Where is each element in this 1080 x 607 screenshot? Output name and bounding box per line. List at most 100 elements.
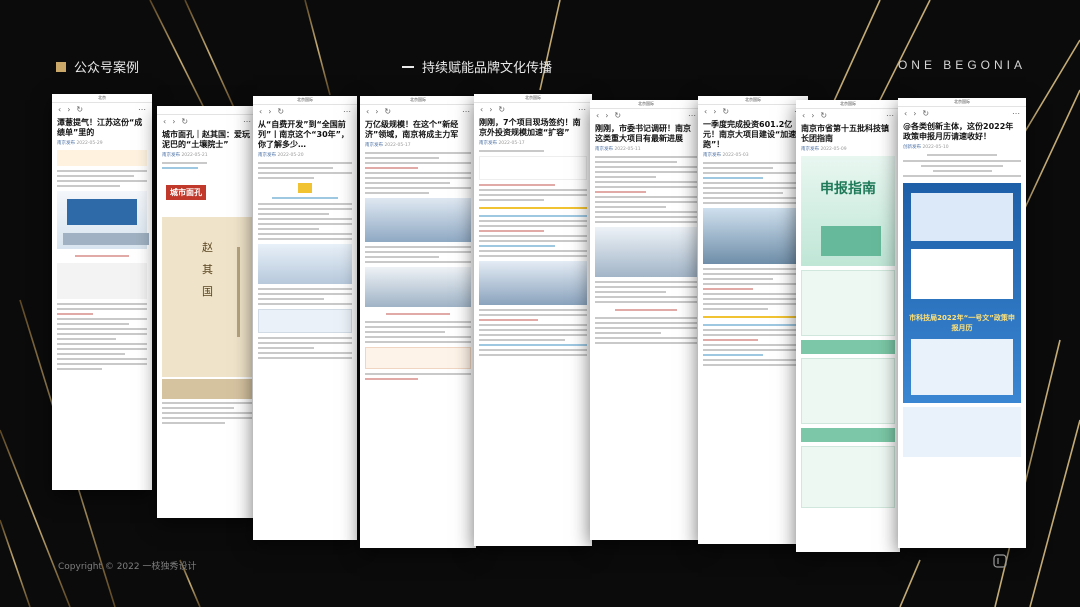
article-title: 刚刚，7个项目现场签约！南京外投资规模加速“扩容” [479, 118, 581, 137]
reload-icon[interactable]: ↻ [384, 107, 391, 116]
article-title: 一季度完成投资601.2亿元！南京大项目建设“加速跑”！ [703, 120, 797, 149]
article-meta: 南京发布 2022-05-21 [162, 153, 208, 158]
back-icon[interactable]: ‹ [163, 117, 166, 126]
reload-icon[interactable]: ↻ [614, 111, 621, 120]
back-icon[interactable]: ‹ [596, 111, 599, 120]
wechat-article-card-6[interactable]: 北京国际 ‹ › ↻ ⋯ 刚刚，市委书记调研！南京这类重大项目有最新进展 南京发布 2… [590, 100, 702, 540]
back-icon[interactable]: ‹ [480, 105, 483, 114]
conference-photo [57, 191, 149, 249]
reload-icon[interactable]: ↻ [820, 111, 827, 120]
article-title: 从“自费开发”到“全国前列”丨南京这个“30年”，你了解多少… [258, 120, 349, 149]
signing-photo [479, 261, 587, 305]
article-title: 万亿级规模！在这个“新经济”领域，南京将成主力军 [365, 120, 459, 139]
reload-icon[interactable]: ↻ [76, 105, 83, 114]
reload-icon[interactable]: ↻ [277, 107, 284, 116]
nav-bar: ‹ › ↻ ⋯ [253, 105, 357, 117]
article-meta: 南京发布 2022-05-09 [801, 147, 847, 152]
more-icon[interactable]: ⋯ [578, 105, 586, 114]
forward-icon[interactable]: › [375, 107, 378, 116]
forward-icon[interactable]: › [605, 111, 608, 120]
reload-icon[interactable]: ↻ [498, 105, 505, 114]
back-icon[interactable]: ‹ [259, 107, 262, 116]
book-cover-image: 赵 其 国 [162, 217, 252, 377]
more-icon[interactable]: ⋯ [1012, 109, 1020, 118]
section-title: 公众号案例 [56, 57, 139, 76]
forum-photo [365, 267, 471, 307]
status-bar: 北京国际 [796, 100, 900, 109]
brand-name: ONE BEGONIA [897, 58, 1026, 72]
arrow-icon [298, 183, 312, 193]
back-icon[interactable]: ‹ [704, 107, 707, 116]
notice-box [801, 270, 895, 336]
article-meta: 南京发布 2022-05-11 [595, 147, 641, 152]
more-icon[interactable]: ⋯ [243, 117, 251, 126]
status-bar: 北京 [52, 94, 152, 103]
photo-strip [57, 263, 147, 299]
status-bar [157, 106, 257, 115]
forward-icon[interactable]: › [913, 109, 916, 118]
status-bar: 北京国际 [698, 96, 808, 105]
back-icon[interactable]: ‹ [904, 109, 907, 118]
brand-logo-icon [992, 553, 1008, 569]
wechat-article-card-2[interactable]: ‹ › ↻ ⋯ 城市面孔｜赵其国：爱玩泥巴的“土壤院士” 南京发布 2022-05-2… [157, 106, 257, 518]
wechat-article-card-5[interactable]: 北京国际 ‹ › ↻ ⋯ 刚刚，7个项目现场签约！南京外投资规模加速“扩容” 南京发布… [474, 94, 592, 546]
guide-banner: 申报指南 [801, 156, 895, 266]
article-title: @各类创新主体，这份2022年政策申报月历请速收好！ [903, 122, 1014, 141]
quote-box [365, 347, 471, 369]
more-icon[interactable]: ⋯ [688, 111, 696, 120]
article-meta: 南京发布 2022-05-17 [365, 143, 411, 148]
forward-icon[interactable]: › [268, 107, 271, 116]
section-subtitle: 持续赋能品牌文化传播 [402, 57, 552, 76]
meeting-photo [258, 244, 352, 284]
wechat-article-card-9[interactable]: 北京国际 ‹ › ↻ ⋯ @各类创新主体，这份2022年政策申报月历请速收好！ 创新发… [898, 98, 1026, 548]
intro-box [479, 156, 587, 180]
wechat-article-card-1[interactable]: 北京 ‹ › ↻ ⋯ 潭薏提气！江苏这份“成绩单”里的 南京发布 2022-05-29 [52, 94, 152, 490]
back-icon[interactable]: ‹ [366, 107, 369, 116]
status-bar: 北京国际 [590, 100, 702, 109]
article-title: 城市面孔｜赵其国：爱玩泥巴的“土壤院士” [162, 130, 250, 149]
forward-icon[interactable]: › [172, 117, 175, 126]
status-bar: 北京国际 [898, 98, 1026, 107]
section-subtitle-text: 持续赋能品牌文化传播 [422, 61, 553, 76]
nav-bar: ‹ › ↻ ⋯ [590, 109, 702, 121]
section-tab [801, 340, 895, 354]
reload-icon[interactable]: ↻ [181, 117, 188, 126]
nav-bar: ‹ › ↻ ⋯ [157, 115, 257, 127]
dash-icon [402, 65, 414, 68]
aerial-photo [703, 208, 803, 264]
article-title: 南京市省第十五批科技镇长团指南 [801, 124, 889, 143]
more-icon[interactable]: ⋯ [138, 105, 146, 114]
wechat-article-card-7[interactable]: 北京国际 ‹›↻⋯ 一季度完成投资601.2亿元！南京大项目建设“加速跑”！ 南… [698, 96, 808, 544]
nav-bar: ‹ › ↻ ⋯ [796, 109, 900, 121]
wechat-article-card-4[interactable]: 北京国际 ‹ › ↻ ⋯ 万亿级规模！在这个“新经济”领域，南京将成主力军 南京发布 … [360, 96, 476, 548]
quote-box [258, 309, 352, 333]
policy-poster: 市科技局2022年“一号文”政策申报月历 [903, 183, 1021, 403]
status-bar: 北京国际 [253, 96, 357, 105]
wechat-article-card-8[interactable]: 北京国际 ‹ › ↻ ⋯ 南京市省第十五批科技镇长团指南 南京发布 2022-05-0… [796, 100, 900, 552]
forward-icon[interactable]: › [489, 105, 492, 114]
article-meta: 南京发布 2022-05-29 [57, 141, 103, 146]
reload-icon[interactable]: ↻ [922, 109, 929, 118]
article-meta: 南京发布 2022-05-17 [479, 141, 525, 146]
more-icon[interactable]: ⋯ [886, 111, 894, 120]
forward-icon[interactable]: › [67, 105, 70, 114]
forward-icon[interactable]: › [811, 111, 814, 120]
status-bar: 北京国际 [474, 94, 592, 103]
nav-bar: ‹ › ↻ ⋯ [52, 103, 152, 115]
column-badge: 城市面孔 [162, 173, 252, 213]
reload-icon[interactable]: ↻ [722, 107, 729, 116]
site-visit-photo [595, 227, 697, 277]
wechat-article-card-3[interactable]: 北京国际 ‹ › ↻ ⋯ 从“自费开发”到“全国前列”丨南京这个“30年”，你了解多少… [253, 96, 357, 540]
forward-icon[interactable]: › [713, 107, 716, 116]
back-icon[interactable]: ‹ [58, 105, 61, 114]
info-box [801, 358, 895, 424]
section-title-text: 公众号案例 [74, 61, 140, 76]
nav-bar: ‹ › ↻ ⋯ [360, 105, 476, 117]
nav-bar: ‹ › ↻ ⋯ [898, 107, 1026, 119]
more-icon[interactable]: ⋯ [343, 107, 351, 116]
article-title: 潭薏提气！江苏这份“成绩单”里的 [57, 118, 143, 137]
article-meta: 创新发布 2022-05-10 [903, 145, 949, 150]
back-icon[interactable]: ‹ [802, 111, 805, 120]
nav-bar: ‹ › ↻ ⋯ [474, 103, 592, 115]
more-icon[interactable]: ⋯ [462, 107, 470, 116]
